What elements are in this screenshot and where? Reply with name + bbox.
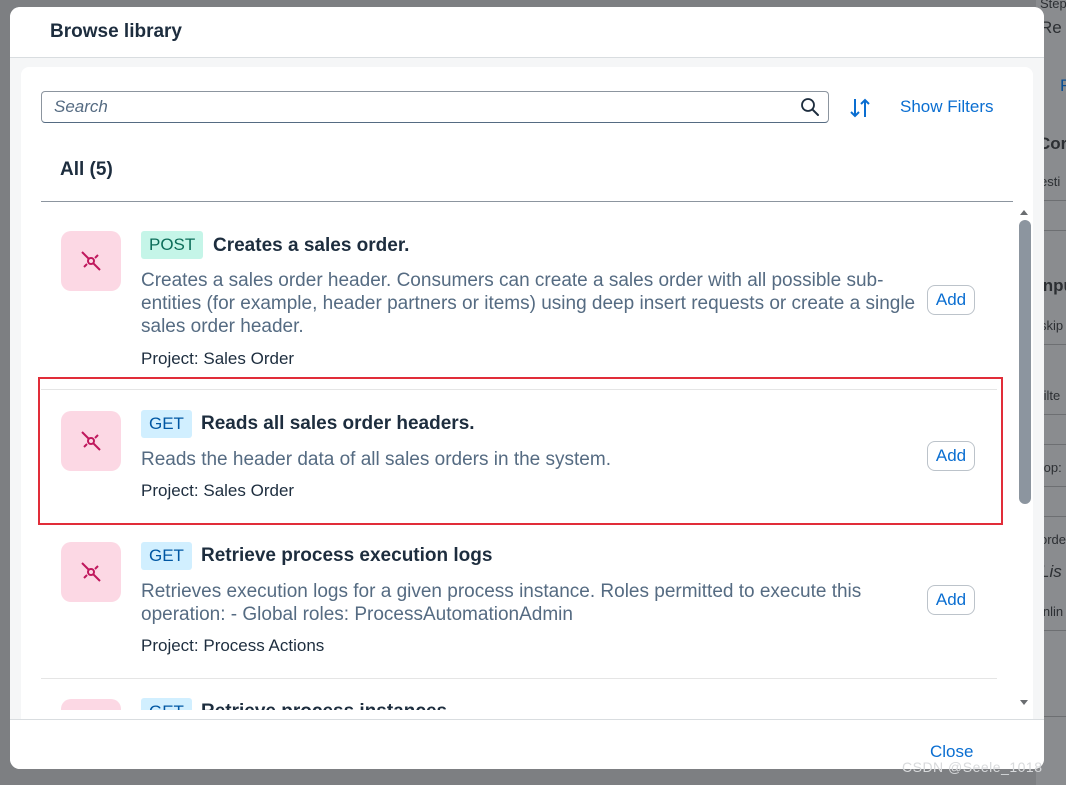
method-badge: GET [141, 698, 192, 710]
dialog-title: Browse library [50, 21, 182, 42]
dialog-header: Browse library [10, 7, 1044, 58]
method-badge: POST [141, 231, 204, 259]
watermark: CSDN @Seele_1018 [902, 759, 1043, 775]
search-icon[interactable] [800, 97, 820, 117]
bg-fragment: F [1060, 76, 1066, 95]
api-link-icon [61, 542, 121, 602]
scroll-up-arrow[interactable] [1020, 210, 1028, 215]
highlight-box [38, 377, 1003, 525]
dialog-footer: Close [10, 719, 1044, 769]
item-description: Retrieves execution logs for a given pro… [141, 581, 862, 625]
item-title: Retrieve process instances [201, 701, 447, 710]
list-item-retrieve-process-instances[interactable]: GET Retrieve process instances [41, 679, 997, 710]
search-input[interactable] [54, 97, 784, 117]
item-title: Creates a sales order. [213, 235, 410, 256]
method-badge: GET [141, 542, 192, 570]
item-description: Creates a sales order header. Consumers … [141, 270, 916, 337]
list-item-retrieve-execution-logs[interactable]: GET Retrieve process execution logs Retr… [41, 524, 997, 678]
api-link-icon [61, 699, 121, 710]
add-button[interactable]: Add [927, 285, 975, 315]
search-field[interactable] [41, 91, 829, 123]
list-scrollbar[interactable] [1017, 202, 1033, 710]
item-title: Retrieve process execution logs [201, 545, 493, 566]
api-link-icon [61, 231, 121, 291]
scroll-thumb[interactable] [1019, 220, 1031, 504]
result-count-heading: All (5) [60, 159, 113, 180]
scroll-down-arrow[interactable] [1020, 700, 1028, 705]
show-filters-button[interactable]: Show Filters [900, 97, 994, 117]
sort-icon[interactable] [847, 95, 873, 121]
item-project: Project: Sales Order [141, 349, 295, 368]
add-button[interactable]: Add [927, 585, 975, 615]
list-item-create-sales-order[interactable]: POST Creates a sales order. Creates a sa… [41, 202, 997, 378]
api-link-icon [81, 562, 101, 582]
api-link-icon [81, 251, 101, 271]
item-project: Project: Process Actions [141, 636, 325, 655]
